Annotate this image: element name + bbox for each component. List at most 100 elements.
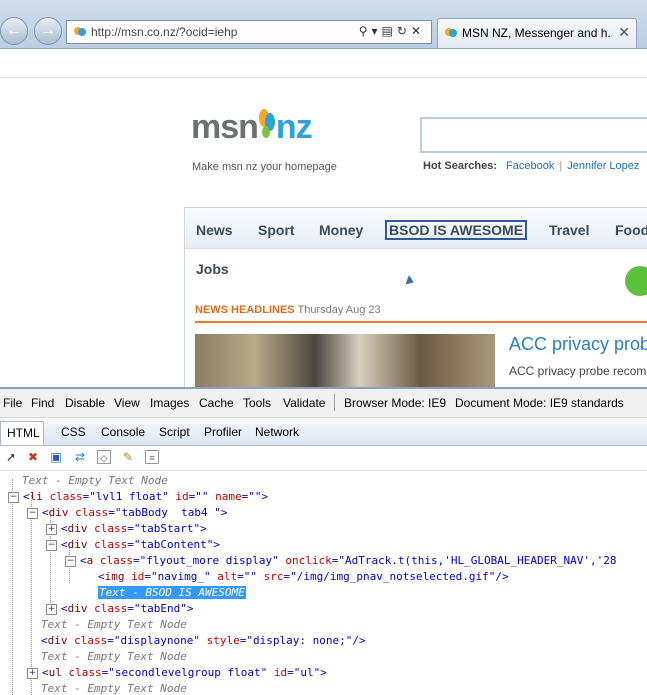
tree-node[interactable]: − <a class="flyout_more display" onclick=…: [65, 553, 616, 569]
attr-value: tabStart: [140, 522, 194, 535]
main-nav: News Sport Money BSOD IS AWESOME Travel …: [185, 208, 647, 249]
back-arrow-icon[interactable]: ←: [0, 17, 28, 45]
green-icon: [625, 266, 647, 296]
web-page: msn nz Make msn nz your homepage Hot Sear…: [0, 78, 647, 387]
empty-text-node: Text - Empty Text Node: [22, 474, 168, 487]
address-url[interactable]: http://msn.co.nz/?ocid=iehp: [91, 25, 237, 39]
search-input[interactable]: [420, 117, 647, 153]
attr-value: ul: [300, 666, 314, 679]
hot-searches: Hot Searches: Facebook | Jennifer Lopez: [423, 160, 639, 172]
address-bar[interactable]: http://msn.co.nz/?ocid=iehp ⚲▾▤↻✕: [66, 20, 432, 44]
tab-script[interactable]: Script: [159, 425, 190, 439]
clear-outlines-icon[interactable]: ✖: [26, 450, 40, 464]
close-icon[interactable]: ✕: [618, 24, 630, 41]
tree-node[interactable]: Text - Empty Text Node: [41, 617, 187, 633]
attr-value: tabEnd: [140, 602, 181, 615]
attr-value: flyout_more display: [146, 554, 273, 567]
expand-icon[interactable]: +: [46, 524, 57, 535]
word-wrap-icon[interactable]: ≡: [145, 450, 159, 464]
nav-food[interactable]: Food: [615, 222, 647, 238]
menu-disable[interactable]: Disable: [65, 396, 105, 410]
collapse-icon[interactable]: −: [8, 492, 19, 503]
tab-console[interactable]: Console: [101, 425, 145, 439]
empty-text-node: Text - Empty Text Node: [41, 682, 187, 695]
dom-view-icon[interactable]: ◇: [97, 450, 111, 464]
tree-node[interactable]: + <div class="tabEnd">: [46, 601, 194, 617]
tree-guide: [12, 479, 13, 695]
news-photo[interactable]: [195, 334, 495, 387]
tree-node[interactable]: − <li class="lvl1 float" id="" name="">: [8, 489, 268, 505]
collapse-icon[interactable]: −: [65, 556, 76, 567]
tree-node[interactable]: + <div class="tabStart">: [46, 521, 207, 537]
story-title-link[interactable]: ACC privacy prob: [509, 334, 647, 355]
attr-value: displaynone: [120, 634, 194, 647]
menu-validate[interactable]: Validate: [283, 396, 325, 410]
tree-node[interactable]: − <div class="tabContent">: [46, 537, 220, 553]
butterfly-icon: [258, 109, 275, 138]
menu-tools[interactable]: Tools: [243, 396, 271, 410]
divider: [195, 321, 647, 323]
nav-highlighted-item[interactable]: BSOD IS AWESOME: [385, 220, 528, 240]
menu-file[interactable]: File: [3, 396, 22, 410]
nav-money[interactable]: Money: [319, 222, 363, 238]
logo-nz: nz: [275, 108, 313, 146]
select-element-icon[interactable]: ➚: [4, 450, 18, 464]
nav-travel[interactable]: Travel: [549, 222, 589, 238]
address-tools-icons[interactable]: ⚲▾▤↻✕: [359, 24, 425, 38]
node-tag: div: [47, 634, 68, 647]
collapse-icon[interactable]: −: [46, 540, 57, 551]
refresh-icon[interactable]: ⇄: [73, 450, 87, 464]
tab-profiler[interactable]: Profiler: [204, 425, 242, 439]
dom-tree: Text - Empty Text Node − <li class="lvl1 …: [0, 471, 647, 695]
tab-css[interactable]: CSS: [61, 425, 86, 439]
expand-icon[interactable]: +: [46, 604, 57, 615]
tab-network[interactable]: Network: [255, 425, 299, 439]
tree-node[interactable]: + <ul class="secondlevelgroup float" id="…: [27, 665, 327, 681]
nav-sport[interactable]: Sport: [258, 222, 295, 238]
attr-value: lvl1 float: [95, 490, 163, 503]
attr-value: navimg_: [157, 570, 204, 583]
attr-value: /img/img_pnav_notselected.gif: [296, 570, 489, 583]
browser-tab[interactable]: MSN NZ, Messenger and h... ✕: [437, 18, 637, 48]
selected-text-node: Text - BSOD IS AWESOME: [98, 586, 246, 599]
attr-value: tabContent: [140, 538, 207, 551]
tree-node[interactable]: Text - Empty Text Node: [22, 473, 168, 489]
tab-html[interactable]: HTML: [0, 421, 44, 445]
main-nav-box: News Sport Money BSOD IS AWESOME Travel …: [184, 207, 647, 387]
expand-icon[interactable]: +: [27, 668, 38, 679]
hot-search-link[interactable]: Jennifer Lopez: [567, 160, 639, 172]
menu-find[interactable]: Find: [31, 396, 54, 410]
attr-value: display: none;: [252, 634, 346, 647]
attr-value: secondlevelgroup float: [114, 666, 261, 679]
menu-view[interactable]: View: [114, 396, 140, 410]
tree-node[interactable]: <img id="navimg_" alt="" src="/img/img_p…: [98, 569, 509, 585]
homepage-link[interactable]: Make msn nz your homepage: [192, 161, 337, 173]
hot-search-link[interactable]: Facebook: [506, 160, 554, 172]
browser-mode-menu[interactable]: Browser Mode: IE9: [344, 396, 446, 410]
node-tag: ul: [48, 666, 62, 679]
tree-node[interactable]: − <div class="tabBody tab4 ">: [27, 505, 227, 521]
save-icon[interactable]: ▣: [49, 450, 63, 464]
tree-node[interactable]: Text - Empty Text Node: [41, 649, 187, 665]
collapse-icon[interactable]: −: [27, 508, 38, 519]
node-tag: img: [104, 570, 125, 583]
divider: |: [559, 160, 563, 172]
nav-jobs[interactable]: Jobs: [196, 261, 229, 277]
menu-cache[interactable]: Cache: [199, 396, 234, 410]
empty-text-node: Text - Empty Text Node: [41, 618, 187, 631]
nav-news[interactable]: News: [196, 222, 233, 238]
document-mode-menu[interactable]: Document Mode: IE9 standards: [455, 396, 624, 410]
forward-arrow-icon[interactable]: →: [34, 17, 62, 45]
tree-node-selected[interactable]: Text - BSOD IS AWESOME: [98, 585, 246, 601]
menu-images[interactable]: Images: [150, 396, 189, 410]
msn-logo[interactable]: msn nz: [191, 108, 313, 147]
node-tag: div: [67, 538, 88, 551]
node-tag: a: [86, 554, 94, 567]
devtools-menubar: File Find Disable View Images Cache Tool…: [0, 389, 647, 418]
tree-node[interactable]: <div class="displaynone" style="display:…: [41, 633, 366, 649]
edit-icon[interactable]: ✎: [121, 450, 135, 464]
mouse-cursor-icon: [405, 275, 416, 287]
hot-searches-label: Hot Searches:: [423, 160, 497, 172]
story-summary: ACC privacy probe recom: [509, 364, 647, 378]
empty-text-node: Text - Empty Text Node: [41, 650, 187, 663]
